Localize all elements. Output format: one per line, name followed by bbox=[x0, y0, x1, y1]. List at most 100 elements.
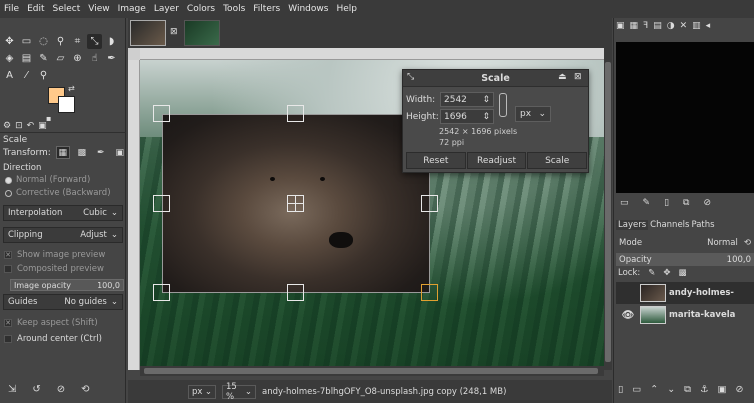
anchor-layer-icon[interactable]: ⚓ bbox=[700, 384, 709, 395]
images-tab-icon[interactable]: ▣ bbox=[38, 121, 47, 131]
scale-handle-bottom-right[interactable] bbox=[421, 284, 438, 301]
reset-options-icon[interactable]: ⟲ bbox=[81, 384, 89, 395]
new-group-icon[interactable]: ▭ bbox=[632, 384, 641, 395]
spin-icon[interactable]: ⇕ bbox=[482, 95, 490, 105]
around-center-checkbox[interactable]: Around center (Ctrl) bbox=[4, 334, 102, 344]
lock-pixels-icon[interactable]: ✎ bbox=[648, 268, 655, 278]
reset-button[interactable]: Reset bbox=[406, 152, 466, 169]
menu-filters[interactable]: Filters bbox=[253, 4, 280, 14]
transform-image-icon[interactable]: ▣ bbox=[113, 146, 127, 159]
layer-opacity-slider[interactable]: Opacity 100,0 bbox=[616, 253, 754, 266]
unit-select[interactable]: px ⌄ bbox=[188, 384, 216, 399]
menu-help[interactable]: Help bbox=[336, 4, 357, 14]
document-history-tab-icon[interactable]: ▤ bbox=[653, 21, 662, 31]
lower-layer-icon[interactable]: ⌄ bbox=[667, 384, 675, 395]
zoom-icon[interactable]: ⚲ bbox=[36, 68, 51, 83]
scrollbar-thumb[interactable] bbox=[144, 368, 598, 374]
eraser-icon[interactable]: ▱ bbox=[53, 51, 68, 66]
direction-corrective-radio[interactable]: Corrective (Backward) bbox=[5, 188, 111, 198]
menu-colors[interactable]: Colors bbox=[187, 4, 215, 14]
unified-transform-icon[interactable]: ⤡ bbox=[87, 34, 102, 49]
composited-preview-checkbox[interactable]: Composited preview bbox=[4, 264, 104, 274]
warp-icon[interactable]: ◗ bbox=[104, 34, 119, 49]
more-tabs-icon[interactable]: ◂ bbox=[706, 21, 711, 31]
guides-select[interactable]: Guides No guides ⌄ bbox=[3, 294, 123, 310]
fuzzy-select-icon[interactable]: ⚲ bbox=[53, 34, 68, 49]
scale-handle-center[interactable] bbox=[287, 195, 304, 212]
duplicate-icon[interactable]: ⧉ bbox=[683, 198, 689, 208]
paintbrush-icon[interactable]: ✎ bbox=[36, 51, 51, 66]
show-preview-checkbox[interactable]: ✕ Show image preview bbox=[4, 250, 105, 260]
transform-path-icon[interactable]: ✒ bbox=[94, 146, 108, 159]
duplicate-layer-icon[interactable]: ⧉ bbox=[684, 384, 691, 395]
vertical-scrollbar[interactable] bbox=[604, 48, 612, 370]
bucket-icon[interactable]: ◈ bbox=[2, 51, 17, 66]
restore-options-icon[interactable]: ↺ bbox=[32, 384, 40, 395]
undo-history-tab-icon[interactable]: ↶ bbox=[27, 121, 35, 131]
mode-select[interactable]: Normal bbox=[707, 238, 738, 248]
path-icon[interactable]: ✒ bbox=[104, 51, 119, 66]
dialog-menu-icon[interactable]: ⏏ bbox=[558, 72, 567, 82]
reset-mode-icon[interactable]: ⟲ bbox=[744, 238, 751, 248]
delete-layer-icon[interactable]: ⊘ bbox=[735, 384, 743, 395]
navigation-tab-icon[interactable]: ✕ bbox=[680, 21, 688, 31]
delete-options-icon[interactable]: ⊘ bbox=[57, 384, 65, 395]
interpolation-select[interactable]: Interpolation Cubic ⌄ bbox=[3, 205, 123, 221]
menu-select[interactable]: Select bbox=[53, 4, 81, 14]
move-icon[interactable]: ✥ bbox=[2, 34, 17, 49]
close-tab-icon[interactable]: ⊠ bbox=[170, 27, 178, 37]
menu-file[interactable]: File bbox=[4, 4, 19, 14]
raise-layer-icon[interactable]: ⌃ bbox=[650, 384, 658, 395]
mask-icon[interactable]: ▣ bbox=[717, 384, 726, 395]
refresh-icon[interactable]: ▭ bbox=[620, 198, 629, 208]
transform-selection-icon[interactable]: ▩ bbox=[75, 146, 89, 159]
vertical-ruler[interactable] bbox=[128, 60, 140, 370]
edit-icon[interactable]: ✎ bbox=[643, 198, 651, 208]
tool-options-tab-icon[interactable]: ⚙ bbox=[3, 121, 11, 131]
navigation-preview[interactable] bbox=[616, 42, 754, 193]
swap-colors-icon[interactable]: ⇄ bbox=[68, 84, 75, 93]
horizontal-ruler[interactable] bbox=[140, 48, 612, 60]
keep-aspect-checkbox[interactable]: ✕ Keep aspect (Shift) bbox=[4, 318, 98, 328]
new-icon[interactable]: ▯ bbox=[664, 198, 669, 208]
horizontal-scrollbar[interactable] bbox=[140, 366, 604, 376]
image-tab-bear[interactable] bbox=[130, 20, 166, 46]
direction-normal-radio[interactable]: Normal (Forward) bbox=[5, 175, 90, 185]
scale-button[interactable]: Scale bbox=[527, 152, 588, 169]
brushes-tab-icon[interactable]: ▣ bbox=[616, 21, 625, 31]
scale-handle-left[interactable] bbox=[153, 195, 170, 212]
menu-tools[interactable]: Tools bbox=[223, 4, 245, 14]
lock-alpha-icon[interactable]: ▩ bbox=[679, 268, 687, 278]
scale-handle-bottom[interactable] bbox=[287, 284, 304, 301]
height-input[interactable]: 1696 ⇕ bbox=[440, 109, 494, 124]
menu-layer[interactable]: Layer bbox=[154, 4, 179, 14]
crop-icon[interactable]: ⌗ bbox=[70, 34, 85, 49]
spin-icon[interactable]: ⇕ bbox=[482, 112, 490, 122]
palette-tab-icon[interactable]: ◑ bbox=[667, 21, 675, 31]
save-options-icon[interactable]: ⇲ bbox=[8, 384, 16, 395]
image-opacity-slider[interactable]: Image opacity 100,0 bbox=[10, 279, 124, 291]
width-input[interactable]: 2542 ⇕ bbox=[440, 92, 494, 107]
tab-paths[interactable]: Paths bbox=[691, 220, 714, 230]
chain-link-icon[interactable] bbox=[499, 93, 507, 117]
ruler-corner[interactable] bbox=[128, 48, 140, 60]
text-icon[interactable]: A bbox=[2, 68, 17, 83]
menu-windows[interactable]: Windows bbox=[288, 4, 328, 14]
layer-row[interactable]: 👁 marita-kavela bbox=[616, 304, 754, 326]
device-status-tab-icon[interactable]: ⊡ bbox=[15, 121, 23, 131]
image-tab-forest[interactable] bbox=[184, 20, 220, 46]
close-icon[interactable]: ⊠ bbox=[574, 72, 582, 82]
zoom-select[interactable]: 15 % ⌄ bbox=[222, 382, 256, 402]
fonts-tab-icon[interactable]: ꟻ bbox=[643, 21, 648, 31]
tab-layers[interactable]: Layers bbox=[616, 220, 649, 230]
background-color-swatch[interactable] bbox=[58, 96, 75, 113]
scale-handle-top[interactable] bbox=[287, 105, 304, 122]
scale-handle-top-left[interactable] bbox=[153, 105, 170, 122]
menu-image[interactable]: Image bbox=[118, 4, 146, 14]
templates-tab-icon[interactable]: ▥ bbox=[692, 21, 701, 31]
lasso-icon[interactable]: ◌ bbox=[36, 34, 51, 49]
size-unit-select[interactable]: px ⌄ bbox=[515, 106, 551, 122]
clone-icon[interactable]: ⊕ bbox=[70, 51, 85, 66]
smudge-icon[interactable]: ☝ bbox=[87, 51, 102, 66]
clipping-select[interactable]: Clipping Adjust ⌄ bbox=[3, 227, 123, 243]
